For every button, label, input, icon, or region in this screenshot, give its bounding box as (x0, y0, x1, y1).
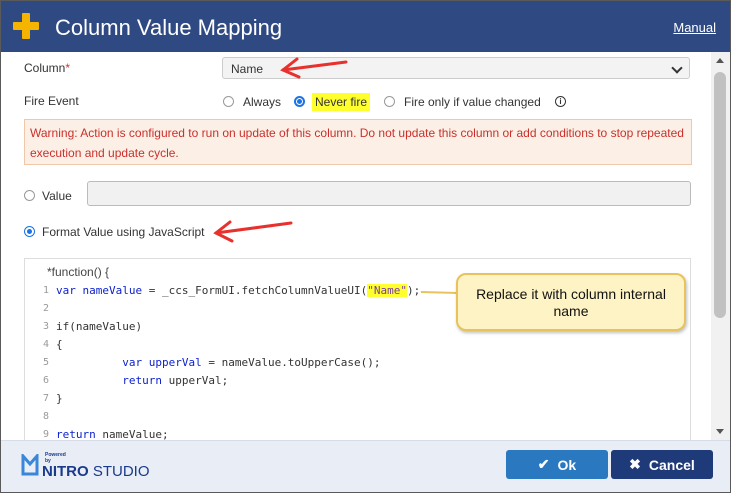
annotation-callout: Replace it with column internal name (456, 273, 686, 331)
close-icon: ✖ (629, 456, 641, 472)
annotation-overlay (213, 57, 459, 294)
annotation-arrow-icon (280, 57, 348, 79)
dialog-footer: Powered by NITRO STUDIO ✔ Ok ✖ Cancel (1, 440, 730, 492)
column-value-mapping-dialog: Column Value Mapping Manual Column* Name… (0, 0, 731, 493)
nitro-logo-icon (21, 454, 39, 476)
callout-pointer (420, 291, 459, 294)
annotation-arrow-icon (213, 220, 293, 243)
logo-text: NITRO STUDIO (42, 463, 150, 480)
ok-button[interactable]: ✔ Ok (506, 450, 608, 479)
cancel-button[interactable]: ✖ Cancel (611, 450, 713, 479)
check-icon: ✔ (537, 456, 550, 472)
